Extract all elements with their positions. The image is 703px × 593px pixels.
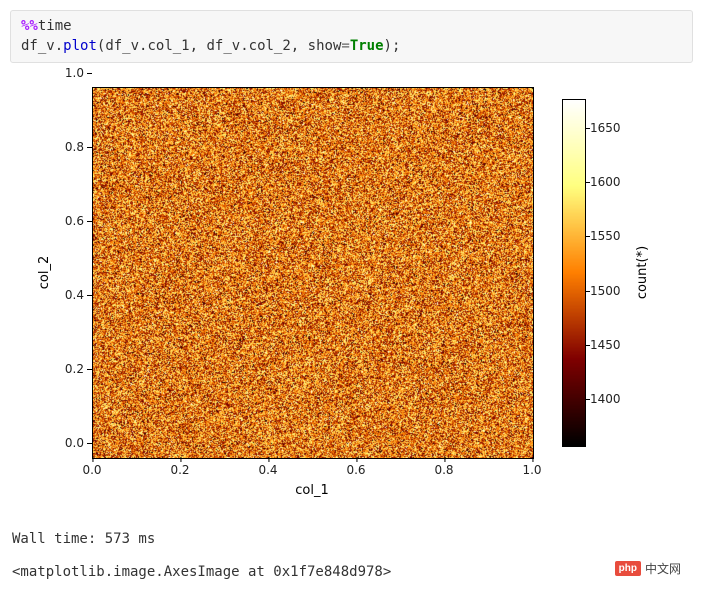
- colorbar-axis: 1400 1450 1500 1550 1600 1650: [586, 99, 632, 445]
- x-tick: 0.2: [170, 463, 189, 477]
- figure: col_2 0.0 0.2 0.4 0.6 0.8 1.0 0.0 0.2 0.…: [32, 77, 672, 517]
- cbar-tick: 1450: [590, 338, 621, 352]
- magic-token: %%: [21, 18, 38, 34]
- y-tick: 0.8: [65, 140, 84, 154]
- cbar-tick: 1550: [590, 229, 621, 243]
- cbar-tick: 1650: [590, 121, 621, 135]
- watermark-badge: php 中文网: [615, 560, 681, 577]
- heatmap-canvas: [93, 88, 533, 458]
- colorbar: [562, 99, 586, 447]
- code-cell: %%time df_v.plot(df_v.col_1, df_v.col_2,…: [10, 10, 693, 63]
- wall-time-output: Wall time: 573 ms: [12, 529, 693, 550]
- y-axis: 0.0 0.2 0.4 0.6 0.8 1.0: [32, 87, 92, 457]
- watermark-text: 中文网: [645, 560, 681, 577]
- x-tick: 0.4: [258, 463, 277, 477]
- x-tick: 0.0: [82, 463, 101, 477]
- cbar-tick: 1600: [590, 175, 621, 189]
- cbar-tick: 1400: [590, 392, 621, 406]
- cbar-tick: 1500: [590, 284, 621, 298]
- code-var: df_v: [21, 38, 55, 54]
- heatmap-plot: [92, 87, 534, 459]
- code-true: True: [350, 38, 384, 54]
- x-axis-label: col_1: [92, 483, 532, 498]
- x-tick: 0.6: [346, 463, 365, 477]
- code-method: plot: [63, 38, 97, 54]
- magic-name: time: [38, 18, 72, 34]
- y-tick: 0.2: [65, 362, 84, 376]
- repr-output: <matplotlib.image.AxesImage at 0x1f7e848…: [12, 562, 693, 583]
- y-tick: 0.0: [65, 436, 84, 450]
- y-tick: 0.4: [65, 288, 84, 302]
- x-tick: 0.8: [434, 463, 453, 477]
- x-tick: 1.0: [522, 463, 541, 477]
- y-tick: 1.0: [65, 66, 84, 80]
- y-tick: 0.6: [65, 214, 84, 228]
- colorbar-label: count(*): [634, 99, 652, 445]
